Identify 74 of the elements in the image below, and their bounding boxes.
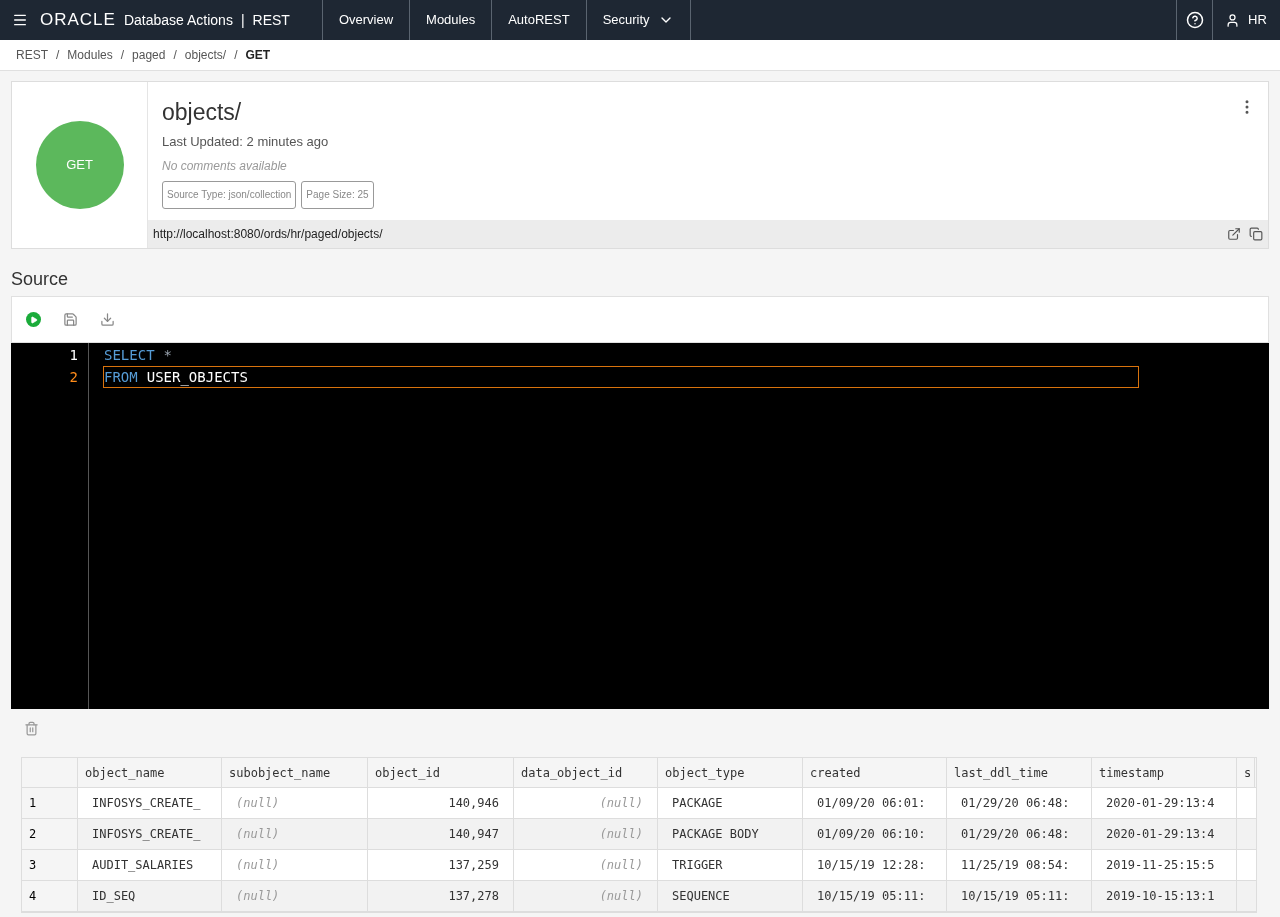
table-cell: (null) (514, 850, 658, 880)
column-header[interactable]: timestamp (1092, 758, 1237, 787)
table-cell: INFOSYS_CREATE_ (78, 819, 222, 849)
row-number: 3 (22, 850, 78, 880)
table-cell: TRIGGER (658, 850, 803, 880)
breadcrumb-link[interactable]: paged (132, 46, 166, 64)
method-badge: GET (35, 121, 124, 209)
external-link-icon[interactable] (1227, 227, 1241, 241)
column-header[interactable]: object_name (78, 758, 222, 787)
code-line: SELECT * (103, 346, 173, 365)
breadcrumb-separator: / (173, 47, 177, 64)
last-updated: Last Updated: 2 minutes ago (162, 133, 330, 151)
table-cell: 2020-01-29:13:4 (1092, 788, 1237, 818)
table-cell: 140,946 (368, 788, 514, 818)
endpoint-url[interactable]: http://localhost:8080/ords/hr/paged/objects/ (153, 225, 1219, 243)
copy-icon[interactable] (1249, 227, 1263, 241)
breadcrumb-link[interactable]: objects/ (184, 46, 227, 64)
column-header[interactable]: created (803, 758, 947, 787)
table-cell: 137,278 (368, 881, 514, 911)
breadcrumb-separator: / (234, 47, 238, 64)
comments-text: No comments available (162, 157, 288, 175)
breadcrumb-separator: / (120, 47, 125, 64)
table-cell: 10/15/19 05:11: (947, 881, 1092, 911)
property-tag: Source Type: json/collection (162, 180, 297, 209)
section-heading: Source (11, 268, 70, 291)
column-header[interactable]: subobject_name (222, 758, 368, 787)
table-cell: 01/09/20 06:01: (803, 788, 947, 818)
section-title: REST (252, 10, 290, 30)
handler-title: objects/ (162, 98, 243, 126)
breadcrumb-separator: / (56, 47, 60, 64)
table-cell: INFOSYS_CREATE_ (78, 788, 222, 818)
table-cell: (null) (514, 881, 658, 911)
breadcrumb-link[interactable]: Modules (67, 46, 113, 64)
table-cell: AUDIT_SALARIES (78, 850, 222, 880)
table-cell: SEQUENCE (658, 881, 803, 911)
table-cell: 140,947 (368, 819, 514, 849)
table-cell: 137,259 (368, 850, 514, 880)
table-cell: 2020-01-29:13:4 (1092, 819, 1237, 849)
code-editor[interactable]: 1 2 SELECT * FROM USER_OBJECTS (11, 343, 1269, 709)
table-cell: PACKAGE (658, 788, 803, 818)
line-number: 1 (69, 346, 78, 365)
table-cell: 01/29/20 06:48: (947, 819, 1092, 849)
run-icon[interactable] (26, 312, 41, 327)
line-number: 2 (69, 368, 78, 387)
breadcrumb-link[interactable]: GET (245, 46, 271, 64)
table-cell: (null) (514, 788, 658, 818)
table-cell: PACKAGE BODY (658, 819, 803, 849)
table-cell: 2019-11-25:15:5 (1092, 850, 1237, 880)
table-cell: 10/15/19 05:11: (803, 881, 947, 911)
user-icon (1225, 12, 1240, 28)
app-title: Database Actions (123, 10, 233, 30)
table-cell: ID_SEQ (78, 881, 222, 911)
title-separator: | (240, 10, 245, 30)
download-icon[interactable] (100, 312, 115, 327)
breadcrumb-link[interactable]: REST (16, 46, 48, 64)
column-header[interactable]: object_id (368, 758, 514, 787)
row-number: 1 (22, 788, 78, 818)
save-icon[interactable] (63, 312, 78, 327)
column-header[interactable]: data_object_id (514, 758, 658, 787)
property-tag: Page Size: 25 (301, 180, 374, 209)
table-cell: (null) (222, 788, 368, 818)
table-cell: 01/29/20 06:48: (947, 788, 1092, 818)
table-cell: 01/09/20 06:10: (803, 819, 947, 849)
table-cell: (null) (222, 881, 368, 911)
table-cell: (null) (514, 819, 658, 849)
table-cell: 2019-10-15:13:1 (1092, 881, 1237, 911)
table-cell: (null) (222, 819, 368, 849)
table-cell: 11/25/19 08:54: (947, 850, 1092, 880)
column-header[interactable]: s (1237, 758, 1255, 787)
column-header[interactable]: last_ddl_time (947, 758, 1092, 787)
brand-logo: ORACLE (40, 9, 116, 32)
table-cell: 10/15/19 12:28: (803, 850, 947, 880)
table-cell: (null) (222, 850, 368, 880)
column-header[interactable]: object_type (658, 758, 803, 787)
